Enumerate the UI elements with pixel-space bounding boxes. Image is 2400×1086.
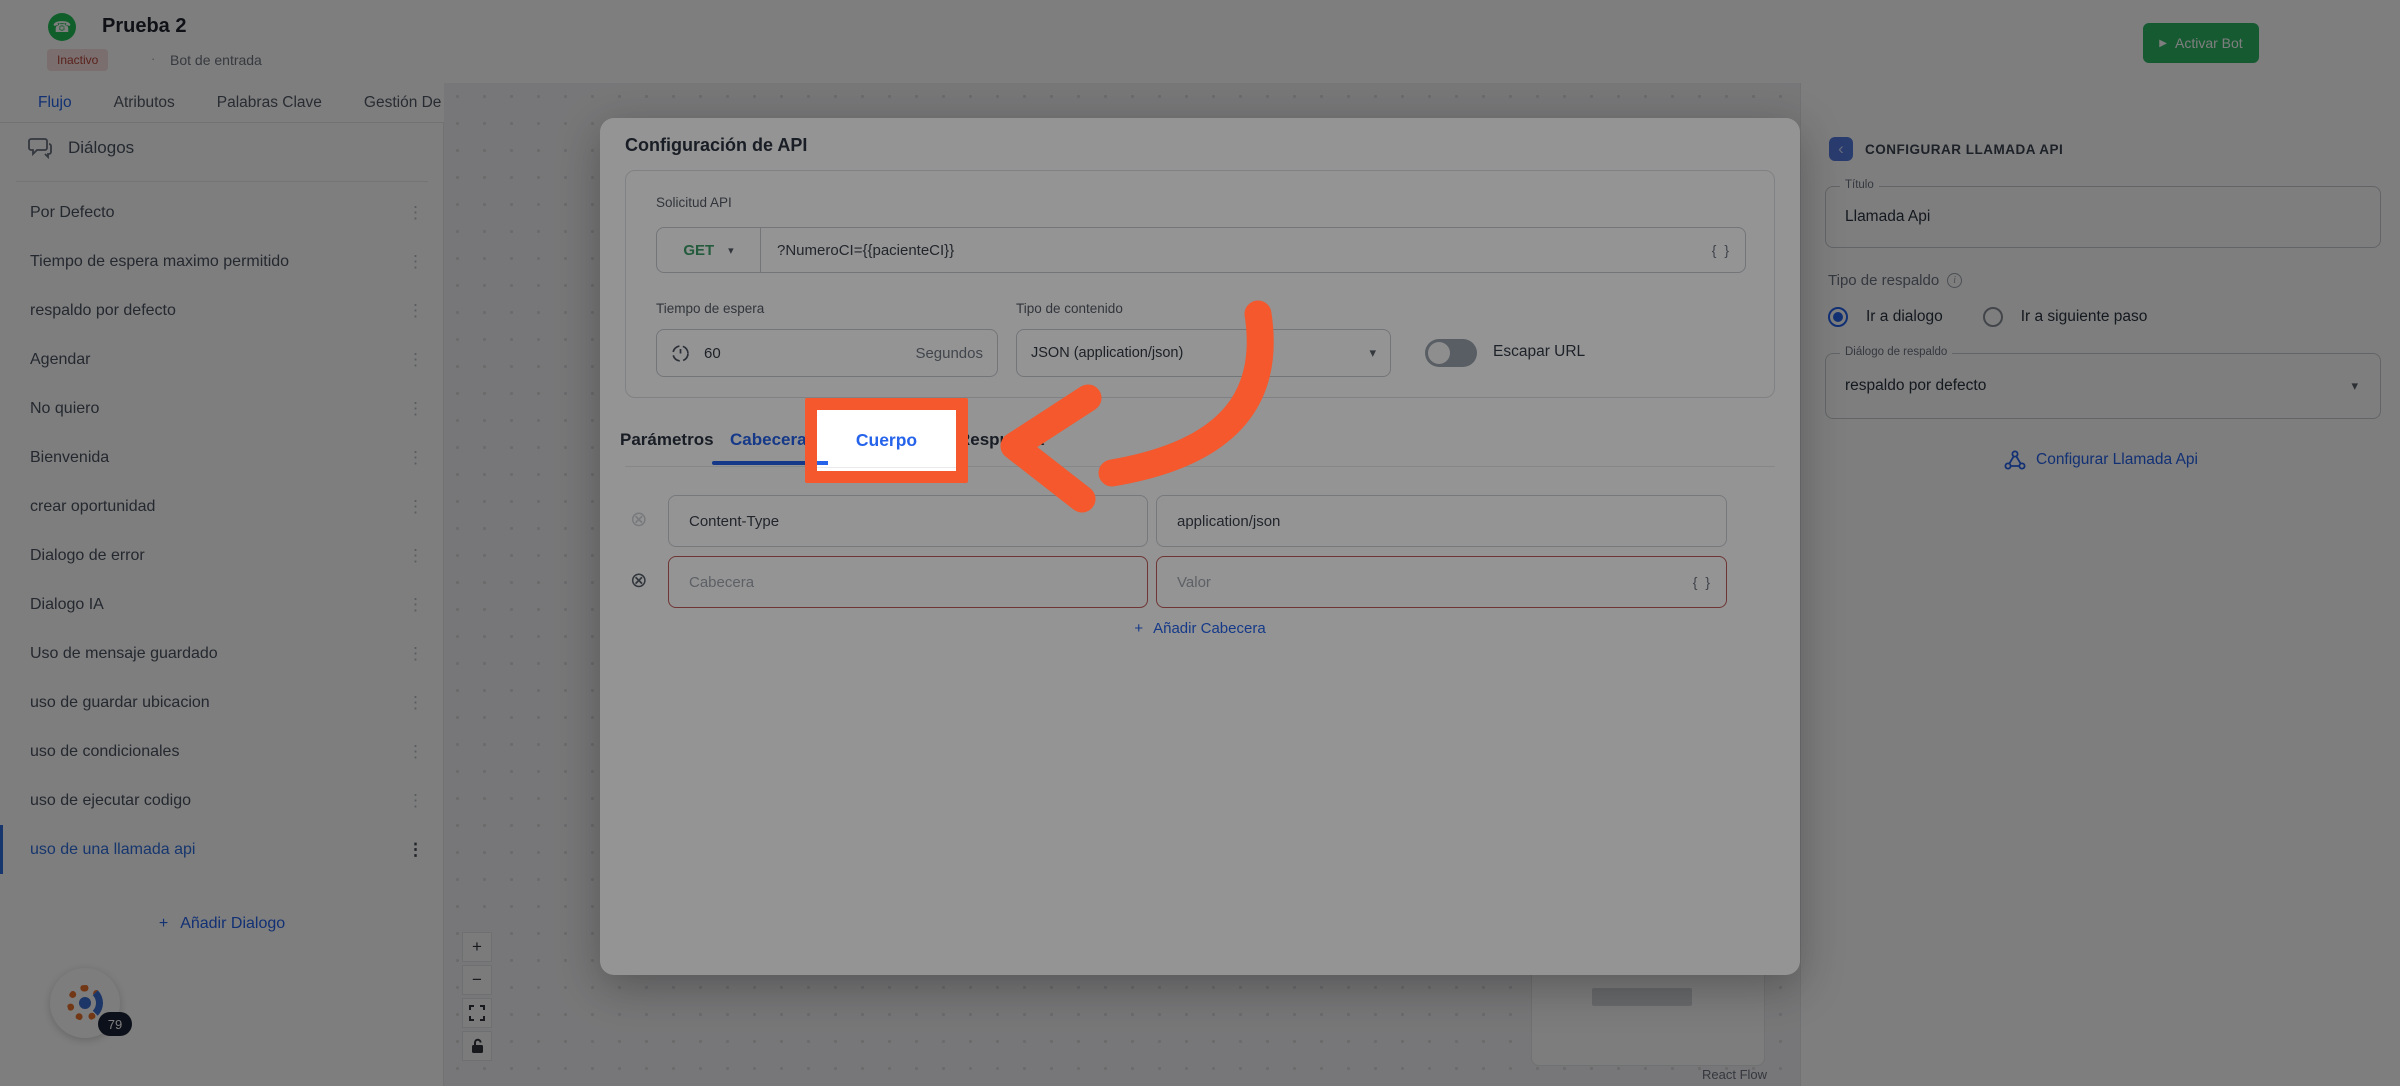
app-root: ☎ Prueba 2 Inactivo · Bot de entrada ▶ A… <box>0 0 2400 1086</box>
annotation-highlight-box: Cuerpo <box>805 398 968 483</box>
tab-border-fragment <box>817 467 956 468</box>
annotation-dim-overlay <box>0 0 2400 1086</box>
highlighted-tab-label[interactable]: Cuerpo <box>817 430 956 451</box>
tab-underline-fragment <box>817 461 828 465</box>
